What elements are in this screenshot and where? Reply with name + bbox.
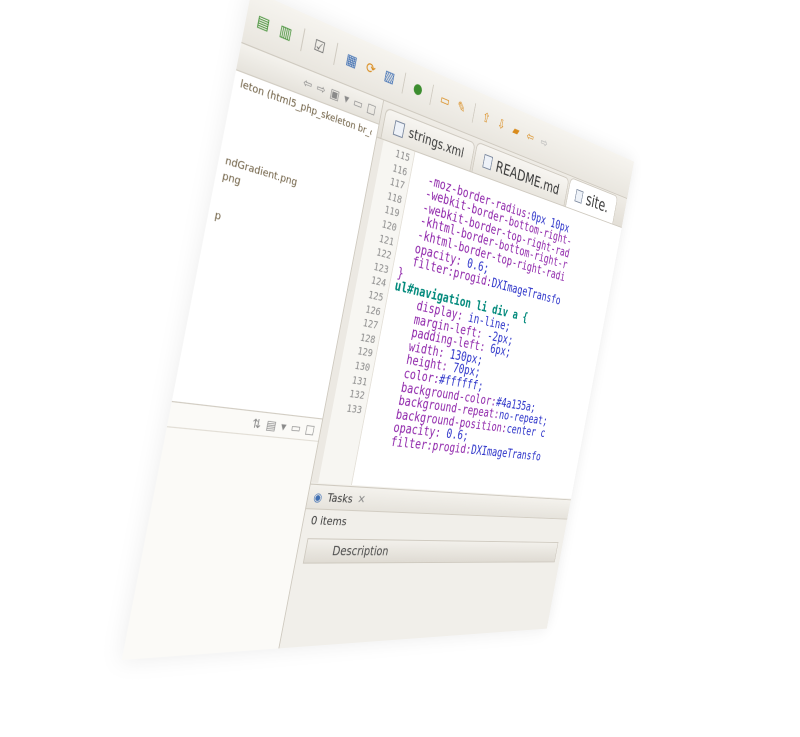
wand-icon[interactable]: ✎ [454,97,469,118]
column-label: Description [331,543,390,559]
text-file-icon [482,153,494,171]
toolbar-separator [429,84,434,106]
toolbar-separator [333,42,339,66]
scene: ▤ ▥ ☑ ▦ ⟳ ▧ ● ▭ ✎ ⇧ ⇩ ▰ ⇦ ⇨ ⇦ ⇨ ▣ ▾ ▭ □ … [0,0,800,737]
nav-up-icon[interactable]: ⇧ [479,108,493,128]
debug-icon[interactable]: ● [410,78,426,100]
toolbar-separator [401,72,407,94]
folder-icon[interactable]: ▰ [509,121,522,140]
css-file-icon [574,189,584,204]
new-icon[interactable]: ▤ [253,10,273,36]
view-menu-icon[interactable]: ▾ [280,419,288,434]
tab-label: site. [584,189,611,217]
nav-down-icon[interactable]: ⇩ [495,115,509,135]
close-icon[interactable]: ✕ [356,492,366,506]
outline-header: ⇅ ▤ ▾ ▭ □ [166,402,323,442]
ide-window: ▤ ▥ ☑ ▦ ⟳ ▧ ● ▭ ✎ ⇧ ⇩ ▰ ⇦ ⇨ ⇦ ⇨ ▣ ▾ ▭ □ … [121,0,634,661]
collapse-all-icon[interactable]: ▣ [329,85,341,103]
xml-file-icon [392,119,406,139]
forward-arrow-icon[interactable]: ⇨ [538,134,551,153]
forward-icon[interactable]: ⇨ [316,80,327,98]
toolbar-separator [300,28,306,52]
tasks-tab-label[interactable]: Tasks [326,490,354,505]
save-icon[interactable]: ▥ [276,20,295,45]
back-icon[interactable]: ⇦ [302,74,314,92]
filter-icon[interactable]: ▤ [265,417,278,432]
build-icon[interactable]: ▦ [343,49,361,72]
maximize-icon[interactable]: □ [304,422,316,437]
minimize-icon[interactable]: ▭ [352,94,364,112]
run-icon[interactable]: ▧ [381,66,398,89]
refresh-icon[interactable]: ⟳ [362,57,379,80]
description-column-header[interactable]: Description [302,538,559,564]
view-menu-icon[interactable]: ▾ [343,90,351,106]
print-icon[interactable]: ☑ [310,35,328,59]
open-icon[interactable]: ▭ [437,90,452,111]
back-arrow-icon[interactable]: ⇦ [524,127,537,146]
minimize-icon[interactable]: ▭ [290,420,302,435]
maximize-icon[interactable]: □ [366,100,378,117]
toolbar-separator [471,103,477,123]
sort-icon[interactable]: ⇅ [251,416,263,432]
tasks-icon: ◉ [312,489,324,504]
tasks-panel: ◉ Tasks ✕ 0 items Description [279,483,571,649]
